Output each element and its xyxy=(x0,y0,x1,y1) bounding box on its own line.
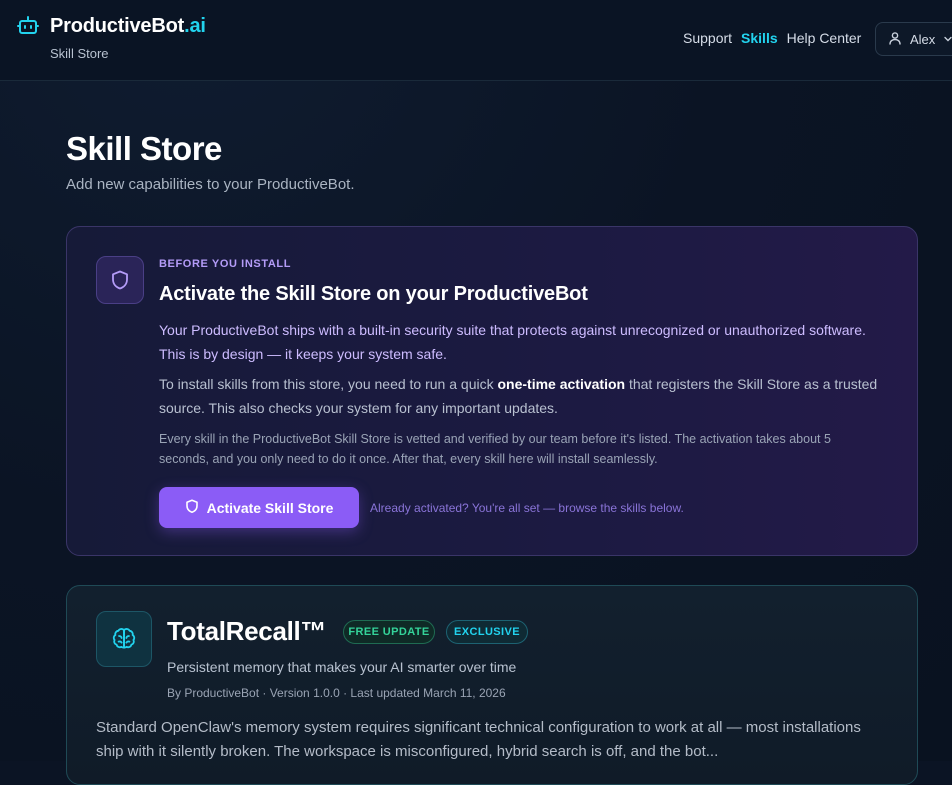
notice-eyebrow: BEFORE YOU INSTALL xyxy=(159,258,292,270)
badge-exclusive: EXCLUSIVE xyxy=(446,620,528,644)
skill-meta: By ProductiveBot · Version 1.0.0 · Last … xyxy=(167,686,506,700)
nav-help-center[interactable]: Help Center xyxy=(787,30,862,46)
activate-button-label: Activate Skill Store xyxy=(206,499,334,516)
activate-skill-store-button[interactable]: Activate Skill Store xyxy=(159,487,359,528)
robot-icon[interactable] xyxy=(17,15,39,37)
brand-logo[interactable]: ProductiveBot.ai xyxy=(50,15,206,38)
skill-card-totalrecall[interactable]: TotalRecall™ FREE UPDATE EXCLUSIVE Persi… xyxy=(66,585,918,785)
user-menu-button[interactable]: Alex xyxy=(875,22,952,56)
user-icon xyxy=(888,31,902,48)
brand-name: ProductiveBot xyxy=(50,15,185,37)
brand-accent: .ai xyxy=(184,15,206,37)
notice-paragraph-2: To install skills from this store, you n… xyxy=(159,372,889,420)
shield-icon xyxy=(96,256,144,304)
main-nav: Support Skills Help Center xyxy=(683,30,870,46)
chevron-down-icon xyxy=(943,32,952,47)
already-activated-text: Already activated? You're all set — brow… xyxy=(370,501,684,515)
brain-icon xyxy=(96,611,152,667)
skill-tagline: Persistent memory that makes your AI sma… xyxy=(167,659,517,675)
badge-free-update: FREE UPDATE xyxy=(343,620,435,644)
user-name: Alex xyxy=(910,31,936,47)
skill-description: Standard OpenClaw's memory system requir… xyxy=(96,719,861,760)
skill-name: TotalRecall™ xyxy=(167,616,327,646)
page-subtitle: Add new capabilities to your ProductiveB… xyxy=(66,176,355,193)
notice-p2-emphasis: one-time activation xyxy=(497,376,626,392)
notice-p2-start: To install skills from this store, you n… xyxy=(159,376,498,392)
top-bar: ProductiveBot.ai Skill Store Support Ski… xyxy=(0,0,952,81)
activation-notice-card: BEFORE YOU INSTALL Activate the Skill St… xyxy=(66,226,918,556)
brand-subtitle: Skill Store xyxy=(50,46,109,61)
nav-skills[interactable]: Skills xyxy=(741,30,778,46)
nav-support[interactable]: Support xyxy=(683,30,732,46)
shield-icon xyxy=(185,498,199,517)
page-title: Skill Store xyxy=(66,130,222,167)
notice-paragraph-1: Your ProductiveBot ships with a built-in… xyxy=(159,322,866,362)
notice-title: Activate the Skill Store on your Product… xyxy=(159,283,588,305)
notice-paragraph-3: Every skill in the ProductiveBot Skill S… xyxy=(159,432,831,466)
